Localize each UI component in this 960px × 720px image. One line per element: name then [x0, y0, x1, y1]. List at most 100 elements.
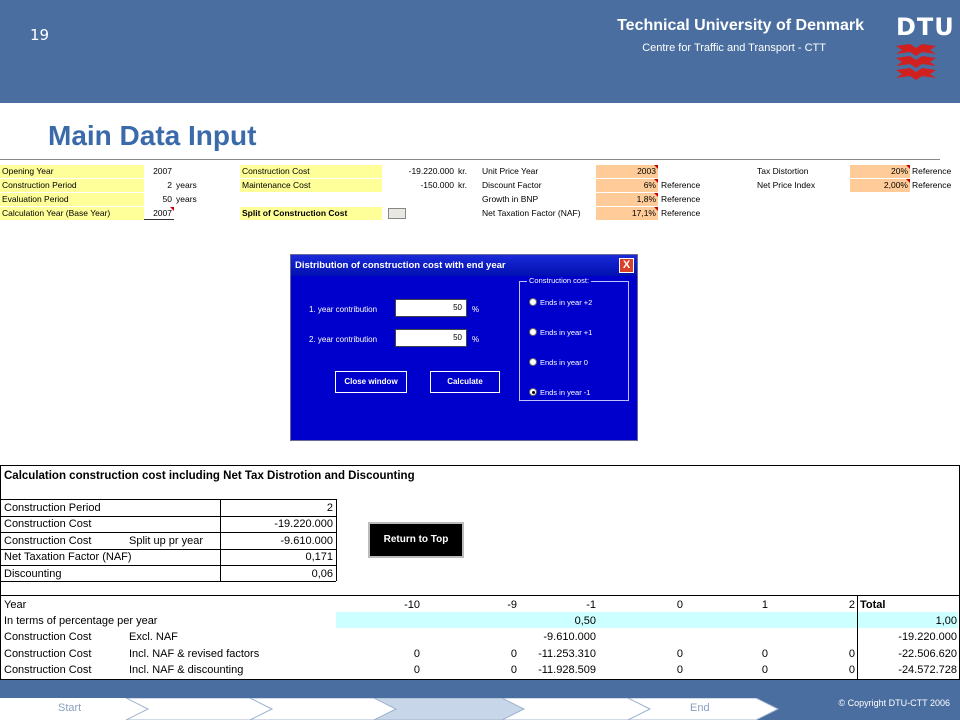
slide: 19 Technical University of Denmark Centr…	[0, 0, 960, 720]
calculation-title: Calculation construction cost including …	[4, 470, 415, 482]
return-to-top-button[interactable]: Return to Top	[368, 522, 464, 558]
year-table-cell: 0	[510, 647, 517, 660]
year-header-cell: 2	[848, 599, 855, 611]
year2-percent-label: %	[472, 335, 480, 344]
construction-cost-unit: kr.	[458, 166, 467, 176]
year-table-cell	[603, 629, 683, 645]
year-table-cell	[775, 613, 855, 629]
year-table-cell: 0	[676, 664, 683, 677]
growth-bnp-reference[interactable]: Reference	[661, 193, 711, 206]
year-header-cell: -10	[404, 599, 420, 611]
summary-row-label: Discounting	[4, 567, 62, 580]
year-table-cell: 0	[413, 647, 420, 660]
tax-distortion-label: Tax Distortion	[757, 166, 809, 176]
summary-row-value: -19.220.000	[274, 518, 333, 531]
dtu-logo-mark-icon	[896, 44, 936, 80]
distribution-dialog: Distribution of construction cost with e…	[290, 254, 638, 441]
naf-reference[interactable]: Reference	[661, 207, 711, 220]
evaluation-period-value[interactable]: 50	[144, 193, 174, 206]
year-table-row-sublabel: Incl. NAF & revised factors	[129, 647, 260, 660]
year-table-cell: 0	[761, 664, 768, 677]
year-table-cell	[688, 629, 768, 645]
year-table-cell	[437, 629, 517, 645]
maintenance-cost-unit: kr.	[458, 180, 467, 190]
year1-contribution-label: 1. year contribution	[309, 305, 378, 314]
year-table-cell: 0,50	[574, 615, 596, 627]
ends-plus2-label[interactable]: Ends in year +2	[540, 298, 592, 307]
year-row-label: Year	[4, 599, 27, 611]
slide-number: 19	[30, 26, 50, 44]
university-name: Technical University of Denmark	[617, 17, 864, 34]
net-price-index-value[interactable]: 2,00%	[850, 179, 910, 192]
summary-grid-mid	[220, 499, 221, 581]
ends-zero-radio[interactable]	[529, 358, 537, 366]
year-table-cell	[603, 613, 683, 629]
split-construction-cost-label: Split of Construction Cost	[240, 207, 382, 220]
year-table-row-label: Construction Cost	[4, 647, 92, 660]
evaluation-period-label: Evaluation Period	[0, 193, 144, 206]
discount-factor-reference[interactable]: Reference	[661, 179, 711, 192]
ends-minus1-radio[interactable]	[529, 388, 537, 396]
construction-period-value[interactable]: 2	[144, 179, 174, 192]
calculate-button[interactable]: Calculate	[430, 371, 500, 393]
ends-zero-label[interactable]: Ends in year 0	[540, 358, 588, 367]
construction-cost-value[interactable]: -19.220.000	[382, 165, 456, 178]
naf-value[interactable]: 17,1%	[596, 207, 658, 220]
ends-plus1-radio[interactable]	[529, 328, 537, 336]
close-window-button[interactable]: Close window	[335, 371, 407, 393]
nav-start-link[interactable]: Start	[58, 702, 81, 714]
opening-year-label: Opening Year	[0, 165, 144, 178]
summary-row-value: 0,171	[305, 551, 333, 564]
nav-end-link[interactable]: End	[690, 702, 710, 714]
growth-bnp-label: Growth in BNP	[482, 194, 539, 204]
copyright: © Copyright DTU-CTT 2006	[838, 698, 951, 708]
tax-distortion-reference[interactable]: Reference	[912, 165, 960, 178]
year-table-cell	[775, 629, 855, 645]
tax-distortion-value[interactable]: 20%	[850, 165, 910, 178]
calculation-year-label: Calculation Year (Base Year)	[0, 207, 144, 220]
construction-cost-group-label: Construction cost:	[527, 276, 592, 285]
summary-row-label: Construction Period	[4, 502, 101, 514]
dialog-title: Distribution of construction cost with e…	[291, 255, 637, 276]
maintenance-cost-value[interactable]: -150.000	[382, 179, 456, 192]
year-table-total: -24.572.728	[898, 664, 957, 677]
opening-year-value[interactable]: 2007	[144, 165, 174, 178]
construction-period-unit: years	[176, 180, 197, 190]
year1-percent-label: %	[472, 305, 480, 314]
calculation-year-value[interactable]: 2007	[144, 207, 174, 220]
centre-name: Centre for Traffic and Transport - CTT	[642, 42, 826, 54]
net-price-index-reference[interactable]: Reference	[912, 179, 960, 192]
title-divider	[0, 159, 940, 160]
split-construction-cost-button[interactable]	[388, 208, 406, 219]
year-table-cell: 0	[510, 664, 517, 677]
year-table-total: 1,00	[935, 615, 957, 627]
summary-row-value: -9.610.000	[280, 534, 333, 547]
input-sheet: Opening Year 2007 Construction Period 2 …	[0, 165, 960, 225]
year-table-top	[0, 595, 960, 596]
year-table-total: -19.220.000	[898, 631, 957, 644]
close-icon[interactable]: X	[619, 258, 634, 273]
year-header-cell: 1	[761, 599, 768, 611]
year-table-cell: -11.928.509	[538, 664, 596, 677]
discount-factor-value[interactable]: 6%	[596, 179, 658, 192]
dtu-logo: DTU	[896, 13, 955, 41]
year2-contribution-input[interactable]: 50	[395, 329, 467, 347]
unit-price-year-value[interactable]: 2003	[596, 165, 658, 178]
year1-contribution-input[interactable]: 50	[395, 299, 467, 317]
evaluation-period-unit: years	[176, 194, 197, 204]
year-table-cell	[437, 613, 517, 629]
summary-row-label: Construction Cost	[4, 518, 92, 531]
year-table-row-sublabel: Excl. NAF	[129, 631, 178, 644]
growth-bnp-value[interactable]: 1,8%	[596, 193, 658, 206]
total-column-divider	[857, 595, 858, 680]
footer-navigation-bar	[0, 698, 780, 720]
total-header: Total	[860, 599, 886, 611]
year-table-cell: 0	[676, 647, 683, 660]
summary-row-label: Net Taxation Factor (NAF)	[4, 551, 132, 564]
unit-price-year-label: Unit Price Year	[482, 166, 539, 176]
construction-cost-label: Construction Cost	[240, 165, 382, 178]
ends-plus2-radio[interactable]	[529, 298, 537, 306]
ends-minus1-label[interactable]: Ends in year -1	[540, 388, 590, 397]
ends-plus1-label[interactable]: Ends in year +1	[540, 328, 592, 337]
summary-grid-right	[336, 499, 337, 581]
